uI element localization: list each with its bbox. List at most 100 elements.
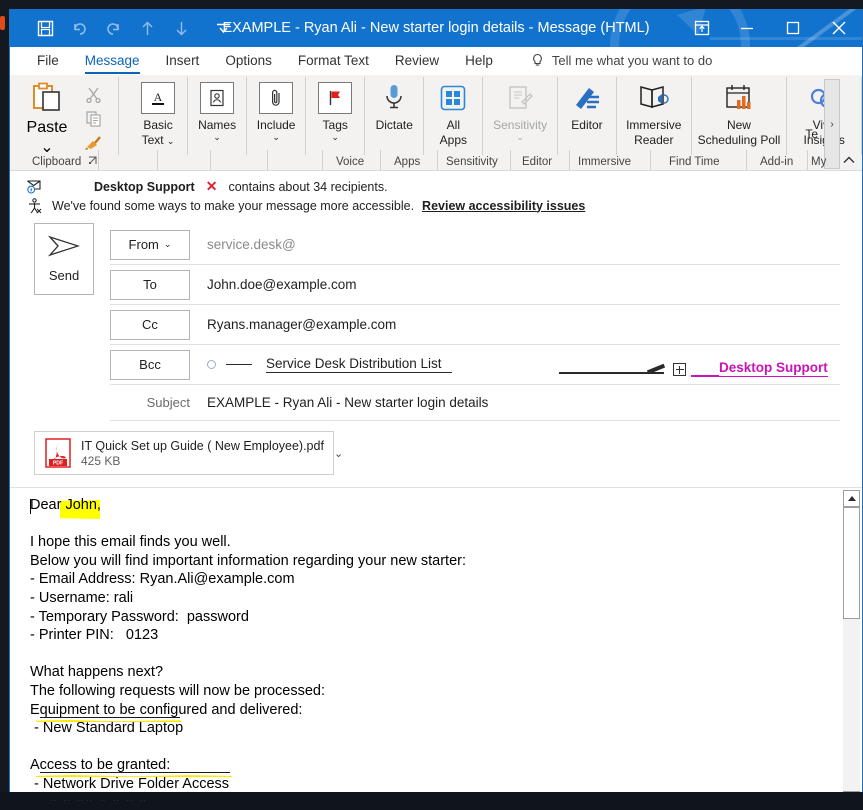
ribbon-item-sensitivity[interactable]: Sensitivity ⌄ [483, 75, 557, 142]
body-line-blank [30, 738, 822, 757]
new-scheduling-poll-label-line2: Scheduling Poll [697, 133, 781, 147]
ribbon-item-names[interactable]: Names ⌄ [188, 75, 246, 142]
include-caret-icon[interactable]: ⌄ [272, 133, 280, 142]
ribbon-group-labels: Clipboard Voice Apps Sensitivity Editor [10, 150, 862, 170]
ribbon-item-dictate[interactable]: Dictate [365, 75, 423, 132]
maximize-button[interactable] [770, 9, 816, 47]
to-button[interactable]: To [110, 269, 190, 300]
quick-access-toolbar [30, 9, 238, 47]
subject-field-value[interactable]: EXAMPLE - Ryan Ali - New starter login d… [190, 395, 840, 410]
bcc-button[interactable]: Bcc [110, 349, 190, 380]
sensitivity-icon [505, 79, 535, 117]
names-label: Names [198, 118, 237, 132]
copy-icon[interactable] [82, 108, 104, 129]
cut-icon[interactable] [82, 84, 104, 105]
attachment-chip[interactable]: PDF IT Quick Set up Guide ( New Employee… [34, 431, 343, 475]
svg-text:PDF: PDF [53, 461, 63, 467]
scrollbar-track[interactable] [843, 507, 860, 791]
attachment-chevron-down-icon[interactable]: ⌄ [334, 447, 343, 460]
dictate-label: Dictate [375, 118, 413, 132]
attachment-area: PDF IT Quick Set up Guide ( New Employee… [10, 421, 862, 488]
body-line-blank [30, 515, 822, 534]
tags-caret-icon[interactable]: ⌄ [331, 133, 339, 142]
mailtip-envelope-info-icon [24, 179, 44, 194]
bcc-field-value[interactable]: Service Desk Distribution List Desktop S… [190, 345, 840, 385]
to-row: To John.doe@example.com [110, 265, 840, 305]
paste-button[interactable]: Paste ⌄ [18, 80, 76, 157]
names-icon [200, 79, 235, 117]
save-icon[interactable] [30, 13, 60, 43]
bcc-recipient-name[interactable]: Service Desk Distribution List [266, 356, 452, 373]
sensitivity-label: Sensitivity [493, 118, 548, 132]
mailtip-error-icon: ✕ [205, 178, 218, 194]
scrollbar-thumb[interactable] [843, 507, 860, 619]
scroll-up-button[interactable] [843, 490, 860, 507]
close-button[interactable] [816, 9, 862, 47]
bcc-extra-recipient[interactable]: Desktop Support [719, 360, 828, 377]
basic-text-label-line2: Text ⌄ [141, 133, 175, 147]
ribbon-item-basic-text[interactable]: A Basic Text ⌄ [129, 75, 187, 148]
cc-field-value[interactable]: Ryans.manager@example.com [190, 305, 840, 345]
paste-label: Paste [26, 119, 68, 136]
tab-format-text[interactable]: Format Text [285, 47, 382, 75]
previous-item-icon[interactable] [132, 13, 162, 43]
review-accessibility-issues-link[interactable]: Review accessibility issues [422, 199, 585, 213]
names-caret-icon[interactable]: ⌄ [213, 133, 221, 142]
send-button[interactable]: Send [34, 223, 94, 295]
editor-pen-icon [572, 79, 602, 117]
ribbon-item-all-apps[interactable]: All Apps [424, 75, 482, 147]
ribbon-display-options-icon[interactable] [680, 9, 724, 47]
from-field-value[interactable]: service.desk@ [190, 225, 840, 265]
tab-file[interactable]: File [24, 47, 72, 75]
tab-options[interactable]: Options [212, 47, 285, 75]
ribbon-tab-bar: File Message Insert Options Format Text … [10, 47, 862, 75]
pdf-file-icon: PDF [45, 438, 71, 468]
include-label: Include [256, 118, 296, 132]
undo-icon[interactable] [64, 13, 94, 43]
ribbon-item-include[interactable]: Include ⌄ [247, 75, 305, 142]
lightbulb-icon [530, 53, 545, 68]
customize-quick-access-toolbar-icon[interactable] [208, 13, 238, 43]
tell-me-search[interactable]: Tell me what you want to do [530, 53, 712, 68]
body-line: - Email Address: Ryan.Ali@example.com [30, 571, 295, 588]
group-label-editor: Editor [522, 156, 553, 168]
desktop-backdrop-top [0, 0, 863, 9]
cc-button[interactable]: Cc [110, 309, 190, 340]
group-label-voice: Voice [336, 156, 365, 168]
attachment-size: 425 KB [81, 453, 121, 468]
ribbon-item-tags[interactable]: Tags ⌄ [306, 75, 364, 142]
all-apps-grid-icon [439, 79, 467, 117]
to-field-value[interactable]: John.doe@example.com [190, 265, 840, 305]
minimize-button[interactable] [724, 9, 770, 47]
svg-text:A: A [154, 90, 163, 104]
tab-message[interactable]: Message [72, 47, 153, 75]
flag-icon [318, 79, 353, 117]
expand-recipients-plus-icon[interactable] [673, 363, 686, 376]
body-line: Below you will find important informatio… [30, 552, 467, 569]
desktop-backdrop-bottom: ‥ ‥ ‥‥ ‥ ‥ ‥ ‥ [0, 792, 863, 810]
next-item-icon[interactable] [166, 13, 196, 43]
basic-text-label-line1: Basic [143, 118, 173, 132]
accessibility-message: We've found some ways to make your messa… [52, 198, 415, 213]
message-body-text[interactable]: Dear John, I hope this email finds you w… [30, 496, 822, 793]
body-scrollbar[interactable] [843, 490, 860, 793]
underline-network-drive-folder-access [40, 772, 230, 773]
triangle-up-icon [847, 496, 856, 501]
bcc-extra-underline-lead [691, 375, 719, 377]
tags-label: Tags [322, 118, 348, 132]
message-body[interactable]: Dear John, I hope this email finds you w… [10, 488, 862, 793]
tell-me-placeholder: Tell me what you want to do [551, 53, 713, 68]
sensitivity-caret-icon[interactable]: ⌄ [516, 133, 524, 142]
tab-help[interactable]: Help [452, 47, 506, 75]
redo-icon[interactable] [98, 13, 128, 43]
tab-insert[interactable]: Insert [153, 47, 213, 75]
ribbon-item-immersive-reader[interactable]: Immersive Reader [617, 75, 691, 147]
tab-review[interactable]: Review [382, 47, 452, 75]
clipboard-dialog-launcher-icon[interactable] [88, 156, 97, 168]
window-controls [680, 9, 862, 47]
ribbon-item-truncated[interactable]: Te [805, 127, 818, 141]
outlook-compose-window: EXAMPLE - Ryan Ali - New starter login d… [9, 9, 863, 794]
from-button[interactable]: From ⌄ [110, 229, 190, 260]
ribbon-item-editor[interactable]: Editor [558, 75, 616, 132]
ribbon-item-new-scheduling-poll[interactable]: New Scheduling Poll [692, 75, 787, 147]
